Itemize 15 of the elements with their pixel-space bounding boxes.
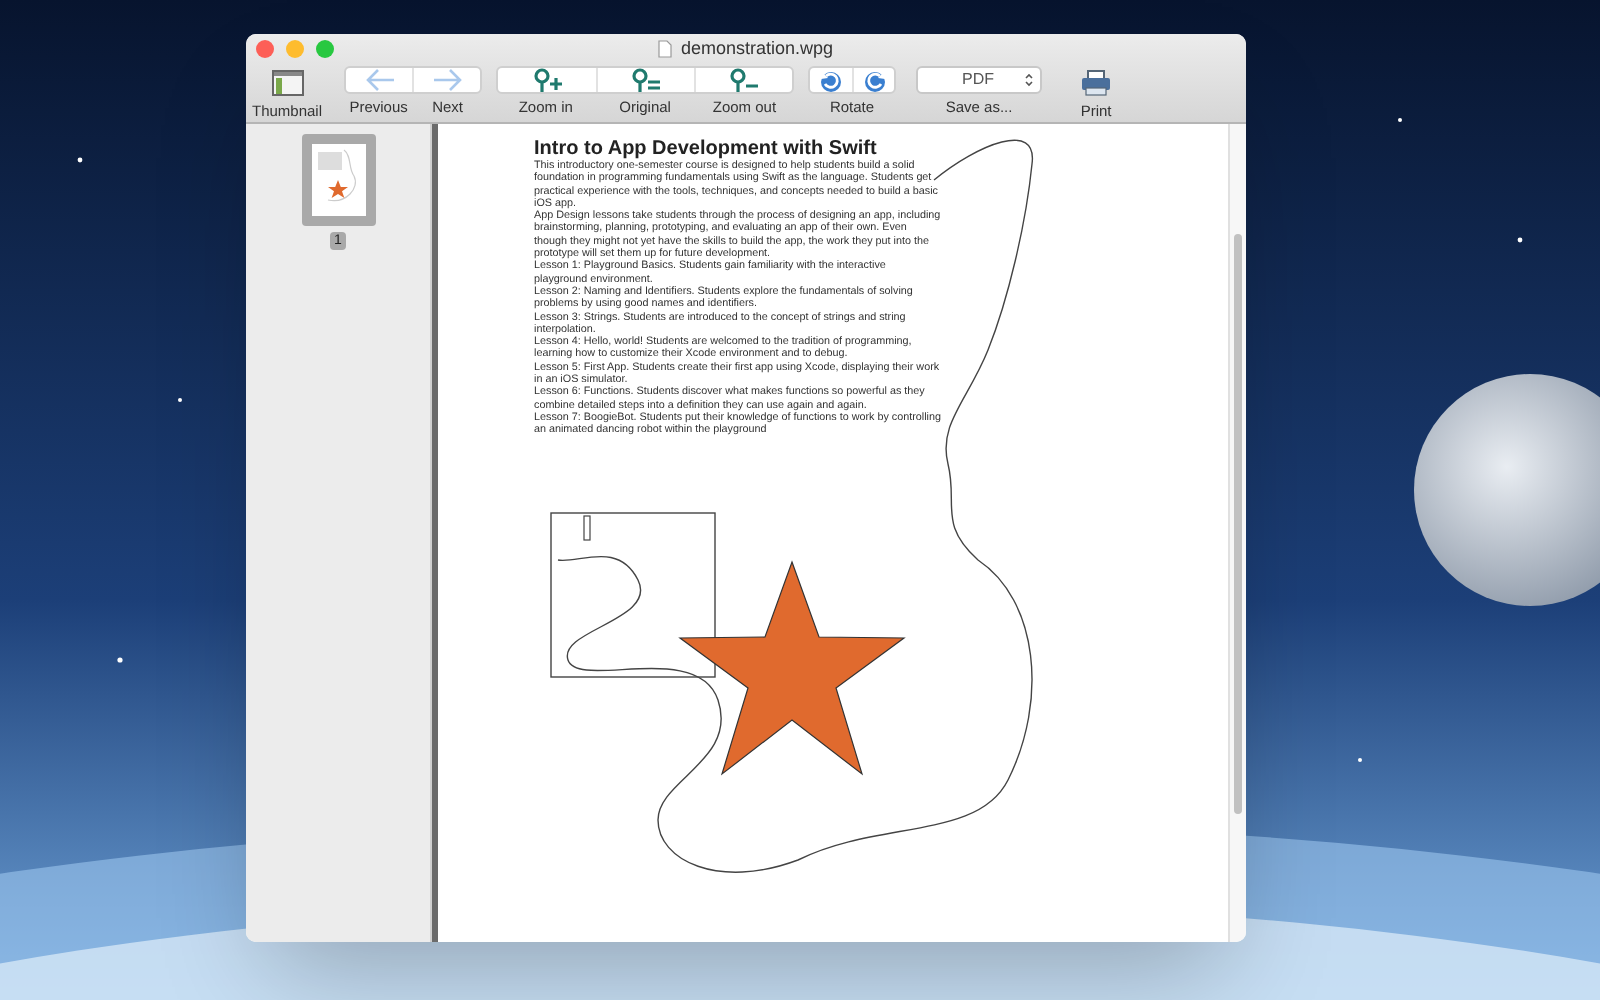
close-button[interactable] [256, 40, 274, 58]
zoom-original-icon [630, 68, 663, 92]
format-popup[interactable]: PDF [916, 66, 1043, 94]
right-arrow-icon [431, 68, 464, 92]
document-icon [658, 40, 673, 58]
printer-icon [1080, 69, 1113, 95]
document-title: Intro to App Development with Swift [534, 138, 879, 160]
stepper-icon [1024, 72, 1035, 88]
window-title: demonstration.wpg [680, 35, 834, 62]
sidebar-icon [271, 69, 304, 95]
left-arrow-icon [363, 68, 396, 92]
zoom-out-icon [728, 68, 761, 92]
page-thumbnail[interactable] [301, 134, 375, 226]
scrollbar[interactable] [1228, 124, 1246, 942]
zoom-in-icon [531, 68, 564, 92]
